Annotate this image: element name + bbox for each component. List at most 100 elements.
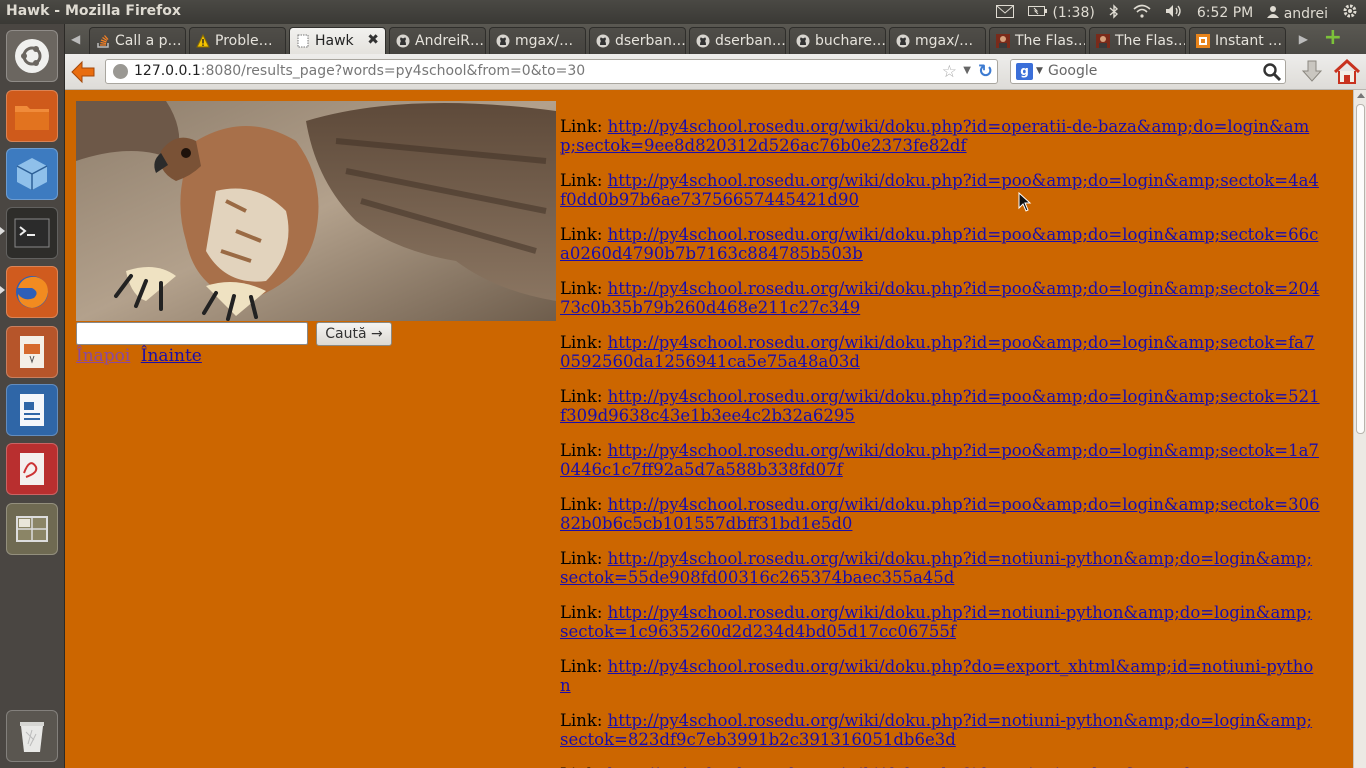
tab-label: Call a p… [115,33,182,49]
scroll-tabs-right-icon[interactable]: ▶ [1299,32,1308,46]
tab-label: buchare… [815,33,886,49]
pdf-viewer-icon [20,453,44,485]
close-tab-icon[interactable]: ✖ [367,32,379,48]
tab-8[interactable]: buchare… [789,27,886,54]
tab-label: AndreiR… [415,33,485,49]
result-link[interactable]: http://py4school.rosedu.org/wiki/doku.ph… [560,117,1309,155]
result-link[interactable]: http://py4school.rosedu.org/wiki/doku.ph… [560,171,1319,209]
url-text[interactable]: 127.0.0.1:8080/results_page?words=py4sch… [134,63,585,79]
files-launcher[interactable] [6,90,58,142]
result-link[interactable]: http://py4school.rosedu.org/wiki/doku.ph… [560,225,1318,263]
result-link[interactable]: http://py4school.rosedu.org/wiki/doku.ph… [560,549,1312,587]
mail-icon[interactable] [996,4,1014,22]
firefox-launcher[interactable] [6,266,58,318]
result-prefix: Link: [560,711,603,730]
result-link[interactable]: http://py4school.rosedu.org/wiki/doku.ph… [560,279,1320,317]
tab-1[interactable]: Call a p… [89,27,186,54]
tab-11[interactable]: The Flas… [1089,27,1186,54]
url-bar[interactable]: 127.0.0.1:8080/results_page?words=py4sch… [105,59,998,84]
result-item: Link: http://py4school.rosedu.org/wiki/d… [560,441,1320,479]
scroll-up-arrow-icon[interactable] [1357,93,1365,98]
search-engine-dropdown-icon[interactable]: ▼ [1036,66,1043,76]
document-viewer-launcher[interactable] [6,443,58,495]
previous-page-link[interactable]: Înapoi [76,346,130,366]
scroll-tabs-left-icon[interactable]: ◀ [71,32,80,46]
result-prefix: Link: [560,225,603,244]
github-icon [496,34,510,48]
writer-launcher[interactable] [6,384,58,436]
result-item: Link: http://py4school.rosedu.org/wiki/d… [560,225,1320,263]
gear-icon[interactable] [1342,3,1358,23]
wifi-icon[interactable] [1133,4,1151,22]
battery-indicator[interactable]: (1:38) [1028,5,1095,21]
result-prefix: Link: [560,441,603,460]
impress-launcher[interactable] [6,326,58,378]
tab-9[interactable]: mgax/… [889,27,986,54]
tab-5[interactable]: mgax/… [489,27,586,54]
running-indicator [0,227,5,235]
result-item: Link: http://py4school.rosedu.org/wiki/d… [560,711,1320,749]
url-history-dropdown-icon[interactable]: ▼ [963,65,971,76]
result-link[interactable]: http://py4school.rosedu.org/wiki/doku.ph… [560,657,1313,695]
tab-label: Instant … [1215,33,1283,49]
back-button[interactable] [69,59,97,85]
top-panel: Hawk - Mozilla Firefox (1:38) 6:52 PM an… [0,0,1366,24]
result-link[interactable]: http://py4school.rosedu.org/wiki/doku.ph… [560,603,1312,641]
bluetooth-icon[interactable] [1109,3,1119,23]
new-tab-button[interactable]: + [1324,27,1342,49]
result-link[interactable]: http://py4school.rosedu.org/wiki/doku.ph… [560,441,1319,479]
result-link[interactable]: http://py4school.rosedu.org/wiki/doku.ph… [560,495,1320,533]
result-item: Link: http://py4school.rosedu.org/wiki/d… [560,387,1320,425]
hawk-image [76,101,556,321]
result-prefix: Link: [560,657,603,676]
site-identity-icon[interactable] [113,64,128,79]
clock[interactable]: 6:52 PM [1197,5,1253,21]
tab-10[interactable]: The Flas… [989,27,1086,54]
home-button[interactable] [1333,58,1361,86]
launcher [0,24,65,768]
result-item: Link: http://py4school.rosedu.org/wiki/d… [560,603,1320,641]
search-input[interactable] [76,322,308,345]
workspace-switcher[interactable] [6,503,58,555]
tab-2[interactable]: Proble… [189,27,286,54]
result-prefix: Link: [560,495,603,514]
terminal-launcher[interactable] [6,207,58,259]
page-scrollbar[interactable] [1353,90,1366,768]
tab-4[interactable]: AndreiR… [389,27,486,54]
trash-launcher[interactable] [6,710,58,762]
document-icon [20,394,44,426]
search-button[interactable]: Caută → [316,322,392,346]
result-link[interactable]: http://py4school.rosedu.org/wiki/doku.ph… [560,711,1312,749]
result-link[interactable]: http://py4school.rosedu.org/wiki/doku.ph… [560,387,1320,425]
flask-icon [1096,34,1110,48]
scrollbar-thumb[interactable] [1356,104,1365,434]
running-indicator [0,286,5,294]
result-item: Link: http://py4school.rosedu.org/wiki/d… [560,333,1320,371]
result-prefix: Link: [560,549,603,568]
page-content: Caută → Înapoi Înainte Link: http://py4s… [65,90,1353,768]
result-link[interactable]: http://py4school.rosedu.org/wiki/doku.ph… [560,333,1315,371]
user-icon [1267,5,1280,18]
search-engine-icon[interactable]: g [1016,63,1033,80]
tab-3[interactable]: Hawk ✖ [289,27,386,54]
tab-7[interactable]: dserban… [689,27,786,54]
navigation-toolbar: 127.0.0.1:8080/results_page?words=py4sch… [65,54,1366,90]
next-page-link[interactable]: Înainte [141,346,202,366]
search-icon[interactable] [1262,62,1282,82]
tab-6[interactable]: dserban… [589,27,686,54]
blank-page-icon [296,34,310,48]
result-prefix: Link: [560,387,603,406]
search-bar[interactable]: g ▼ Google [1010,59,1286,84]
tab-label: The Flas… [1115,33,1186,49]
tab-12[interactable]: Instant … [1189,27,1286,54]
ubuntu-dash-button[interactable] [6,30,58,82]
battery-time: (1:38) [1052,5,1095,21]
volume-icon[interactable] [1165,4,1183,22]
reload-icon[interactable]: ↻ [978,61,993,82]
user-menu[interactable]: andrei [1267,5,1328,22]
bookmark-star-icon[interactable]: ☆ [942,62,957,82]
downloads-button[interactable] [1300,59,1324,85]
ubuntu-logo-icon [15,39,49,73]
virtualbox-launcher[interactable] [6,148,58,200]
trash-icon [20,722,44,752]
